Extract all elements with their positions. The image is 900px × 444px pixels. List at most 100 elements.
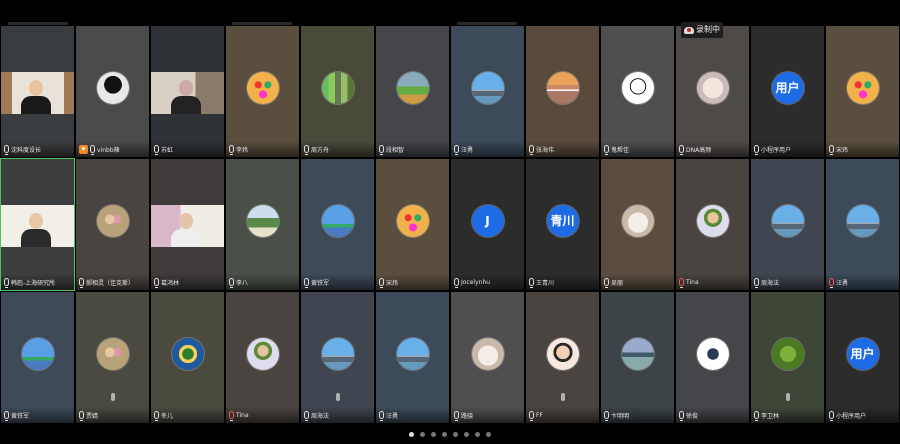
mic-icon	[754, 278, 759, 288]
participant-tile[interactable]: 路骁	[450, 291, 525, 424]
participant-video	[151, 205, 224, 247]
name-bar: 吴丽	[601, 274, 674, 290]
page-dot[interactable]	[409, 431, 414, 437]
name-bar: 汪勇	[376, 407, 449, 423]
participant-tile[interactable]: 徐俊	[675, 291, 750, 424]
participant-tile[interactable]: 沈科度设长	[0, 25, 75, 158]
participant-tile[interactable]: 韩彪-上海研究所	[0, 158, 75, 291]
participant-name: 小程序用户	[836, 412, 867, 420]
participant-video	[1, 72, 74, 114]
page-dot[interactable]	[431, 431, 436, 437]
avatar	[171, 337, 204, 370]
name-bar: 冬儿	[151, 407, 224, 423]
page-dot[interactable]	[486, 431, 491, 437]
participant-name: 李炜	[236, 146, 249, 154]
name-bar: vinbb辣	[76, 141, 149, 157]
mic-icon	[304, 411, 309, 421]
participant-tile[interactable]: 李卫林	[750, 291, 825, 424]
participant-tile[interactable]: 宋炜	[375, 158, 450, 291]
participant-video	[151, 72, 224, 114]
participant-tile[interactable]: 用户 小程序用户	[750, 25, 825, 158]
participant-tile[interactable]: 鬼帮佳	[600, 25, 675, 158]
participant-tile[interactable]: 汪勇	[375, 291, 450, 424]
participant-tile[interactable]: 周海法	[750, 158, 825, 291]
participant-tile[interactable]: vinbb辣	[75, 25, 150, 158]
participant-tile[interactable]: 李炜	[225, 25, 300, 158]
avatar	[846, 204, 879, 237]
participant-tile[interactable]: 苏虹	[150, 25, 225, 158]
participant-tile[interactable]: 周海法	[300, 291, 375, 424]
participant-name: 黄铁军	[311, 279, 330, 287]
mic-icon	[754, 411, 759, 421]
participant-tile[interactable]: J Jocelynhu	[450, 158, 525, 291]
participant-name: 汪勇	[836, 279, 849, 287]
participant-tile[interactable]: 段相智	[375, 25, 450, 158]
video-person-head	[29, 80, 43, 96]
participant-tile[interactable]: 冬儿	[150, 291, 225, 424]
participant-tile[interactable]: 李八	[225, 158, 300, 291]
avatar	[21, 337, 54, 370]
mic-muted-icon	[679, 278, 684, 288]
mic-icon	[79, 278, 84, 288]
page-dot[interactable]	[475, 431, 480, 437]
participant-tile[interactable]: FF	[525, 291, 600, 424]
participant-tile[interactable]: 吴丽	[600, 158, 675, 291]
name-bar: FF	[526, 407, 599, 423]
page-indicator	[0, 424, 900, 444]
participant-tile[interactable]: 用户 小程序用户	[825, 291, 900, 424]
participant-name: 黄铁军	[11, 412, 30, 420]
mic-icon	[454, 411, 459, 421]
participant-tile[interactable]: 郝相灵（佳克斯）	[75, 158, 150, 291]
participant-tile[interactable]: DNA高频	[675, 25, 750, 158]
participant-tile[interactable]: Tina	[225, 291, 300, 424]
mic-icon	[379, 278, 384, 288]
participant-tile[interactable]: Tina	[675, 158, 750, 291]
participant-tile[interactable]: 贾婧	[75, 291, 150, 424]
speaking-mic-icon	[110, 393, 115, 401]
page-dot[interactable]	[442, 431, 447, 437]
participant-name: 宋炜	[836, 146, 849, 154]
participant-tile[interactable]: 葛鸿林	[150, 158, 225, 291]
name-bar: 李卫林	[751, 407, 824, 423]
participant-name: 汪勇	[461, 146, 474, 154]
participant-tile[interactable]: 周方舟	[300, 25, 375, 158]
participant-name: 葛鸿林	[161, 279, 180, 287]
avatar	[471, 337, 504, 370]
participant-name: 苏虹	[161, 146, 174, 154]
participant-name: 卞明明	[611, 412, 630, 420]
participant-tile[interactable]: 青川 王青川	[525, 158, 600, 291]
participant-tile[interactable]: 卞明明	[600, 291, 675, 424]
name-bar: 贾婧	[76, 407, 149, 423]
avatar	[546, 337, 579, 370]
letter-avatar: 用户	[771, 71, 804, 104]
participant-name: 吴丽	[611, 279, 624, 287]
participant-tile[interactable]: 黄铁军	[300, 158, 375, 291]
avatar	[96, 71, 129, 104]
page-dot[interactable]	[453, 431, 458, 437]
participant-name: 周方舟	[311, 146, 330, 154]
participant-tile[interactable]: 汪勇	[450, 25, 525, 158]
participant-tile[interactable]: 黄铁军	[0, 291, 75, 424]
participant-tile[interactable]: 宋炜	[825, 25, 900, 158]
name-bar: 段相智	[376, 141, 449, 157]
mic-icon	[154, 145, 159, 155]
avatar	[246, 337, 279, 370]
name-bar: 小程序用户	[751, 141, 824, 157]
participant-name: 张海伟	[536, 146, 555, 154]
page-dot[interactable]	[464, 431, 469, 437]
name-bar: 李八	[226, 274, 299, 290]
participant-name: vinbb辣	[97, 146, 120, 154]
mic-icon	[529, 411, 534, 421]
video-person-head	[179, 80, 193, 96]
mic-icon	[604, 411, 609, 421]
mic-icon	[379, 145, 384, 155]
page-dot[interactable]	[420, 431, 425, 437]
mic-icon	[90, 145, 95, 155]
participant-tile[interactable]: 汪勇	[825, 158, 900, 291]
recording-indicator[interactable]: 录制中	[681, 22, 723, 38]
participant-name: 段相智	[386, 146, 405, 154]
mic-icon	[4, 278, 9, 288]
participant-tile[interactable]: 张海伟	[525, 25, 600, 158]
participant-name: 李卫林	[761, 412, 780, 420]
mic-icon	[679, 411, 684, 421]
